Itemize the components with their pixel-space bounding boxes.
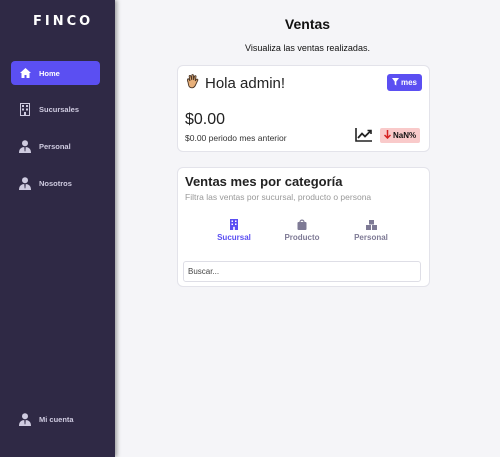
previous-period-amount: $0.00 periodo mes anterior [185, 133, 287, 143]
sidebar-item-personal[interactable]: Personal [11, 134, 100, 158]
sidebar-item-label: Nosotros [39, 178, 72, 188]
page-title: Ventas [284, 16, 331, 32]
filter-icon [391, 77, 399, 88]
change-badge: NaN% [380, 128, 421, 143]
sidebar-item-home[interactable]: Home [11, 61, 100, 85]
waving-hand-icon [185, 74, 200, 93]
period-filter-label: mes [400, 78, 417, 87]
category-sales-card: Ventas mes por categoría Filtra las vent… [177, 167, 430, 287]
app-logo: FINCO [33, 14, 94, 29]
home-icon [11, 68, 39, 78]
sales-amount: $0.00 [185, 111, 226, 128]
building-icon [11, 102, 39, 116]
sidebar-item-nosotros[interactable]: Nosotros [11, 171, 100, 195]
category-card-subtitle: Filtra las ventas por sucursal, producto… [185, 192, 372, 202]
sales-summary-card: Hola admin! mes $0.00 $0.00 periodo mes … [177, 65, 430, 152]
sidebar-item-label: Home [39, 68, 60, 78]
period-filter-button[interactable]: mes [386, 74, 422, 91]
user-tie-icon [11, 176, 39, 190]
bag-icon [297, 218, 307, 230]
sidebar-item-label: Mi cuenta [39, 414, 74, 424]
tab-producto[interactable]: Producto [272, 218, 332, 242]
sidebar-item-mi-cuenta[interactable]: Mi cuenta [11, 407, 100, 431]
boxes-icon [365, 218, 377, 230]
trend-chart-icon [355, 128, 373, 147]
building-icon [230, 218, 238, 230]
category-card-title: Ventas mes por categoría [185, 174, 343, 189]
tab-label: Producto [284, 233, 320, 242]
arrow-down-icon [383, 130, 392, 141]
tab-label: Sucursal [217, 233, 251, 242]
tab-label: Personal [354, 233, 388, 242]
user-tie-icon [11, 412, 39, 426]
sidebar-item-sucursales[interactable]: Sucursales [11, 97, 100, 121]
tab-personal[interactable]: Personal [341, 218, 401, 242]
main-content: Ventas Visualiza las ventas realizadas. … [115, 0, 500, 457]
sidebar-item-label: Personal [39, 141, 71, 151]
search-input[interactable] [183, 261, 421, 282]
tab-sucursal[interactable]: Sucursal [204, 218, 264, 242]
page-subtitle: Visualiza las ventas realizadas. [245, 43, 370, 53]
sidebar-item-label: Sucursales [39, 104, 80, 114]
greeting-text: Hola admin! [205, 75, 286, 92]
sidebar: FINCO Home Sucursales Personal Nosotros … [0, 0, 115, 457]
user-tie-icon [11, 139, 39, 153]
greeting: Hola admin! [185, 74, 285, 93]
change-value: NaN% [393, 131, 417, 140]
